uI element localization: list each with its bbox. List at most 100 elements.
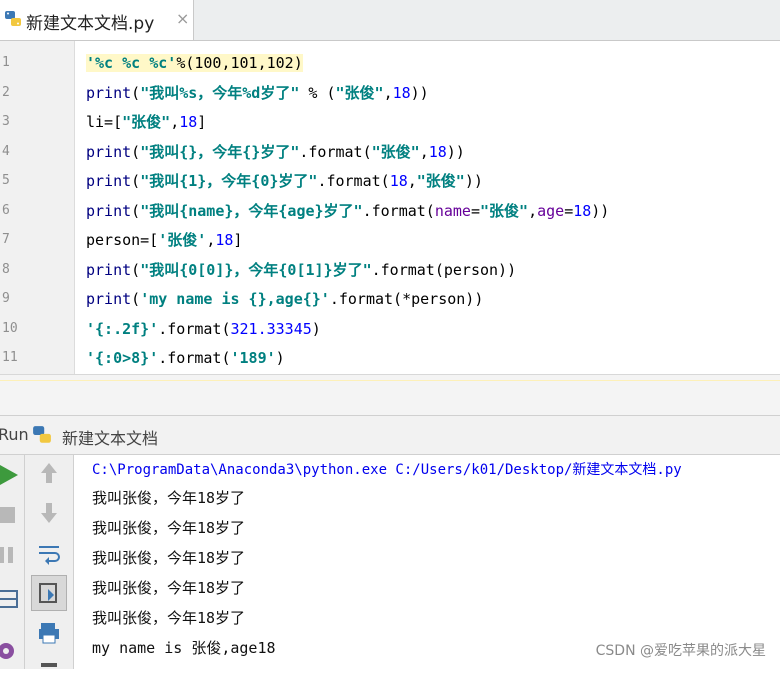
run-console[interactable]: C:\ProgramData\Anaconda3\python.exe C:/U… [74,455,780,669]
code-line[interactable]: '{:0>8}'.format('189') [86,346,285,370]
code-token: , [206,231,216,249]
line-number: 9 [2,291,10,306]
line-number: 5 [2,173,10,188]
line-number: 11 [2,350,18,365]
code-token: ( [131,83,141,102]
code-token: person=[ [86,231,159,249]
code-line[interactable]: print("我叫{1}，今年{0}岁了".format(18,"张俊")) [86,169,483,193]
run-secondary-toolbar [25,455,74,669]
code-token: ( [131,290,141,308]
code-line[interactable]: '%c %c %c'%(100,101,102) [86,51,303,75]
code-token: %(100,101,102) [176,54,303,72]
code-token: age [537,201,565,220]
soft-wrap-icon[interactable] [35,539,63,567]
python-file-icon [5,11,21,26]
code-token: '{:.2f}' [86,319,159,338]
code-token: , [407,172,417,190]
console-output-line: 我叫张俊，今年18岁了 [92,579,246,597]
run-panel-header: Run 新建文本文档 [0,416,780,455]
line-number: 6 [2,202,10,218]
code-token: , [419,142,429,161]
code-token: ( [131,260,141,279]
stop-icon[interactable] [0,501,22,529]
code-token: "我叫{}，今年{}岁了" [140,142,300,161]
code-token: 18 [215,231,234,249]
code-token: print [86,172,132,190]
code-token: 18 [573,201,592,220]
run-primary-toolbar [0,455,25,669]
run-config-name: 新建文本文档 [62,429,159,448]
scroll-to-end-toggle[interactable] [31,575,67,611]
code-token: print [86,83,132,102]
code-line[interactable]: '{:.2f}'.format(321.33345) [86,317,321,341]
code-token: )) [464,172,483,190]
code-token: = [564,201,574,220]
code-token: '%c %c %c' [86,54,177,72]
code-line[interactable]: print("我叫{name}，今年{age}岁了".format(name="… [86,199,609,223]
arrow-up-icon[interactable] [35,459,63,487]
code-token: print [86,290,132,308]
code-token: .format( [158,319,231,338]
code-token: "张俊" [480,201,529,220]
code-token: )) [446,142,465,161]
code-token: 321.33345 [230,319,312,338]
panel-splitter[interactable] [0,374,780,416]
code-line[interactable]: li=["张俊",18] [86,110,206,134]
code-line[interactable]: print("我叫{}，今年{}岁了".format("张俊",18)) [86,140,465,164]
line-number-gutter: 1 2 3 4 5 6 7 8 9 10 11 [0,41,75,374]
code-token: '{:0>8}' [86,349,159,367]
line-number: 7 [2,232,10,247]
code-token: print [86,260,132,279]
editor-tab-bar: 新建文本文档.py × [0,0,780,41]
code-token: '张俊' [158,231,207,249]
code-token: "我叫{0[0]}，今年{0[1]}岁了" [140,260,372,279]
rerun-icon[interactable] [0,461,22,489]
line-number: 10 [2,320,18,336]
editor-tab[interactable]: 新建文本文档.py × [0,0,194,40]
line-number: 1 [2,55,10,70]
code-token: , [170,113,180,131]
code-token: .format(*person)) [329,290,484,308]
settings-icon[interactable] [0,635,22,663]
layout-icon[interactable] [0,585,22,613]
code-token: % ( [299,83,336,102]
code-token: 18 [428,142,447,161]
code-token: , [383,83,393,102]
arrow-down-icon[interactable] [35,499,63,527]
watermark: CSDN @爱吃苹果的派大星 [595,643,766,659]
print-icon[interactable] [35,619,63,647]
pause-icon[interactable] [0,541,22,569]
code-token: '189' [230,349,276,367]
code-token: "我叫{name}，今年{age}岁了" [140,201,363,220]
python-config-icon [33,426,51,443]
code-token: "我叫%s，今年%d岁了" [140,83,300,102]
code-token: "张俊" [335,83,384,102]
code-token: .format( [158,349,231,367]
code-token: ) [311,319,321,338]
trash-icon[interactable] [35,659,63,687]
code-token: "我叫{1}，今年{0}岁了" [140,172,318,190]
code-line[interactable]: print("我叫%s，今年%d岁了" % ("张俊",18)) [86,81,429,105]
console-output-line: my name is 张俊,age18 [92,639,276,657]
close-icon[interactable]: × [176,9,189,28]
code-line[interactable]: person=['张俊',18] [86,228,242,252]
code-token: .format( [299,142,372,161]
console-output-line: 我叫张俊，今年18岁了 [92,519,246,537]
code-token: ] [197,113,207,131]
code-token: 18 [392,83,411,102]
console-output-line: 我叫张俊，今年18岁了 [92,489,246,507]
code-token: .format( [362,201,435,220]
tab-filename: 新建文本文档.py [26,14,155,34]
code-token: "张俊" [416,172,465,190]
code-token: .format( [317,172,390,190]
code-line[interactable]: print('my name is {},age{}'.format(*pers… [86,287,483,311]
code-token: li=[ [86,113,123,131]
code-token: = [470,201,480,220]
code-line[interactable]: print("我叫{0[0]}，今年{0[1]}岁了".format(perso… [86,258,516,282]
code-token: 18 [179,113,198,131]
code-token: )) [591,201,610,220]
code-token: , [528,201,538,220]
run-tool-label: Run [0,425,29,444]
code-editor[interactable]: 1 2 3 4 5 6 7 8 9 10 11 '%c %c %c'%(100,101,102) pr… [0,41,780,374]
line-number: 8 [2,261,10,277]
